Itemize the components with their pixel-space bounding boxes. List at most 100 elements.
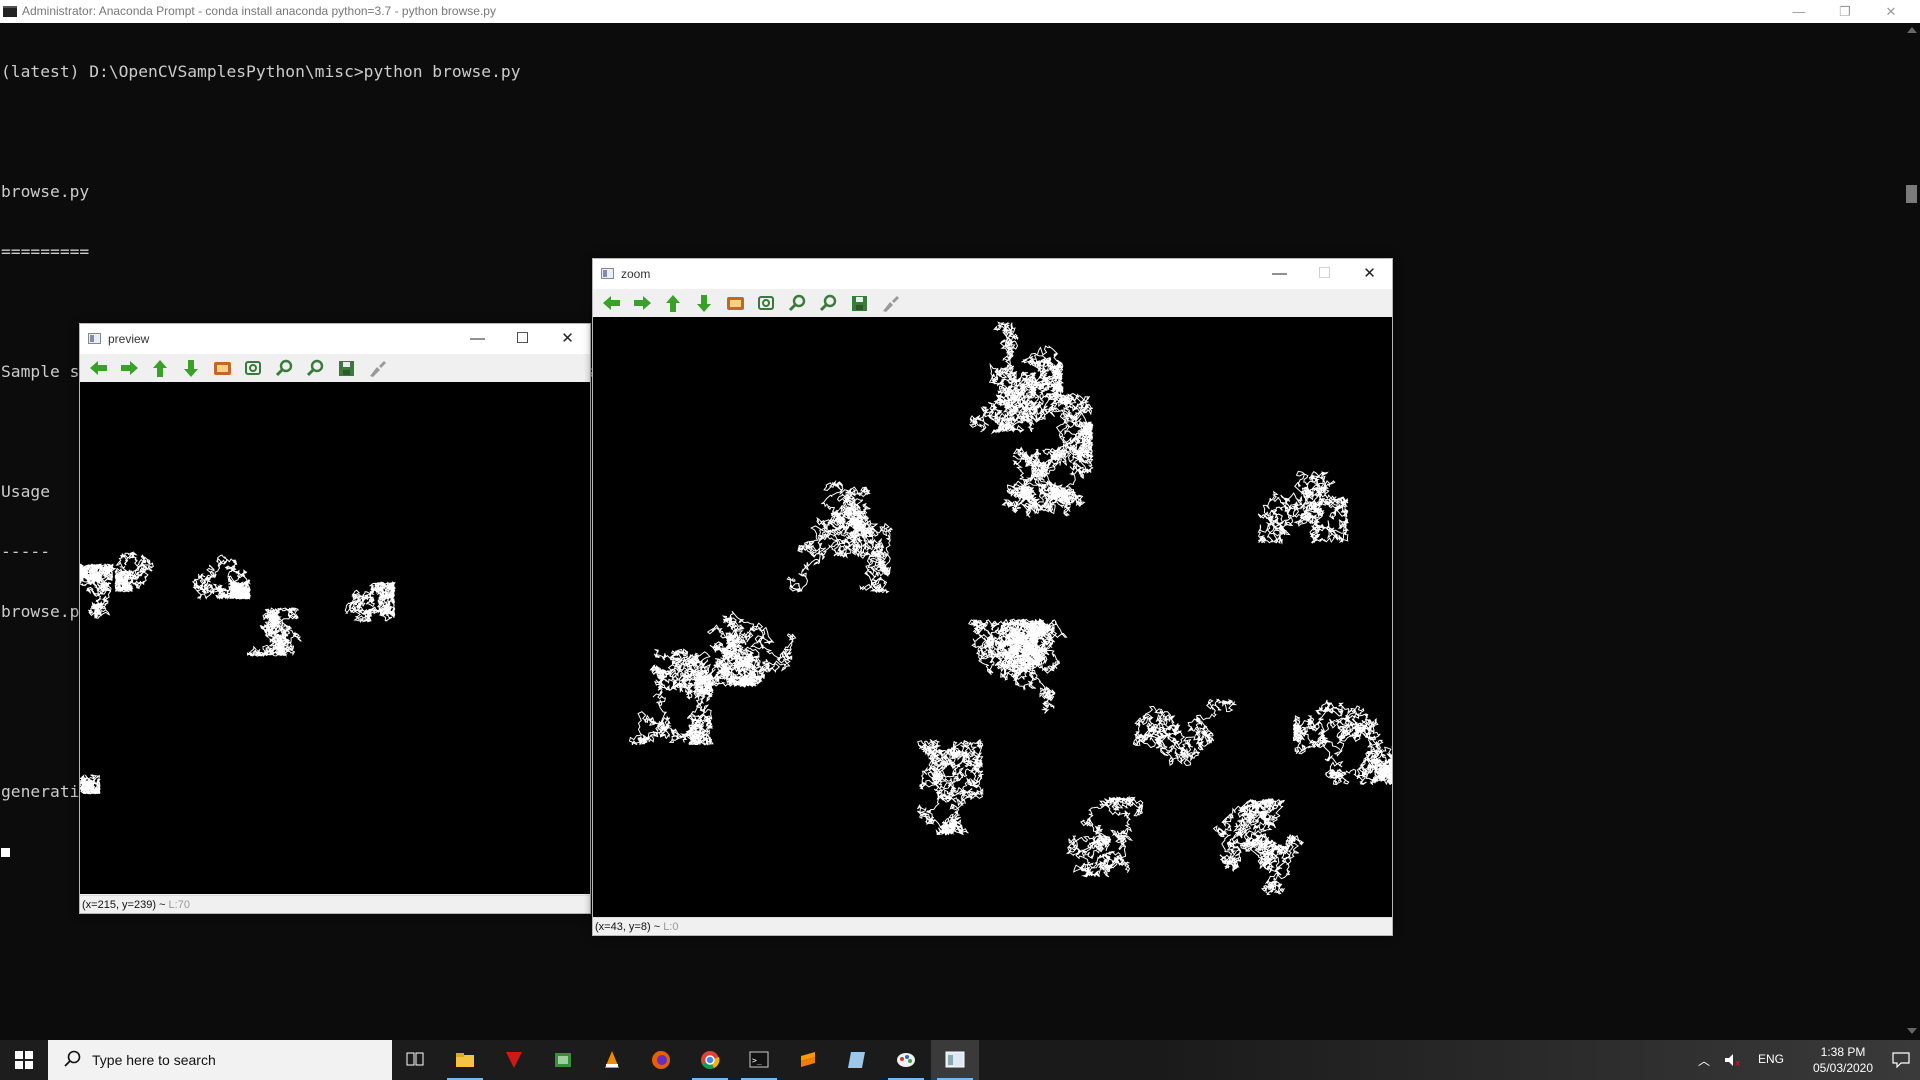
text-cursor [1, 848, 10, 857]
random-walk-path [786, 479, 894, 594]
preview-titlebar[interactable]: preview — ☐ ✕ [80, 324, 590, 354]
input-language[interactable]: ENG [1758, 1052, 1784, 1066]
scroll-thumb[interactable] [1906, 185, 1917, 203]
preview-toolbar [80, 354, 590, 382]
taskbar-terminal-button[interactable]: >_ [735, 1040, 783, 1080]
pan-up-icon[interactable] [148, 356, 172, 380]
volume-muted-icon[interactable]: x [1724, 1053, 1742, 1067]
svg-text:>_: >_ [752, 1056, 762, 1065]
random-walk-path [1066, 795, 1144, 878]
zoom-x1-icon[interactable] [723, 291, 747, 315]
preview-image[interactable] [80, 382, 590, 894]
preview-minimize-button[interactable]: — [455, 324, 500, 354]
zoom-status-coords: (x=43, y=8) ~ [595, 921, 661, 933]
console-minimize-button[interactable]: — [1776, 0, 1822, 23]
random-walk-path [1132, 698, 1238, 767]
vlc-icon [605, 1051, 619, 1068]
random-walk-path [344, 580, 397, 624]
preview-close-button[interactable]: ✕ [545, 324, 590, 354]
zoom-image[interactable] [593, 317, 1392, 917]
taskbar-sublime-text-button[interactable] [784, 1040, 832, 1080]
zoom-maximize-button[interactable]: ☐ [1302, 259, 1347, 289]
console-line: browse.py [1, 182, 90, 201]
random-walk-path [114, 551, 154, 593]
pan-right-icon[interactable] [630, 291, 654, 315]
pan-down-icon[interactable] [692, 291, 716, 315]
zoom-fractal [628, 321, 1392, 896]
console-restore-button[interactable]: ❐ [1822, 0, 1868, 23]
random-walk-path [968, 321, 1064, 435]
zoom-titlebar[interactable]: zoom — ☐ ✕ [593, 259, 1392, 289]
app-paint-icon [897, 1053, 915, 1067]
preview-statusbar: (x=215, y=239) ~ L:70 [80, 895, 590, 913]
taskbar-app-notes-button[interactable] [833, 1040, 881, 1080]
zoom-toolbar [593, 289, 1392, 317]
console-scrollbar[interactable] [1903, 23, 1920, 1038]
zoom-out-icon[interactable] [816, 291, 840, 315]
zoom-in-icon[interactable] [785, 291, 809, 315]
taskbar-opencv-window-button[interactable] [931, 1040, 979, 1080]
save-icon[interactable] [847, 291, 871, 315]
zoom-out-icon[interactable] [303, 356, 327, 380]
zoom-x1-icon[interactable] [210, 356, 234, 380]
preview-maximize-button[interactable]: ☐ [500, 324, 545, 354]
properties-icon[interactable] [365, 356, 389, 380]
preview-status-level: L:70 [168, 899, 190, 911]
search-icon [64, 1050, 81, 1067]
clock-time: 1:38 PM [1820, 1045, 1866, 1059]
app-notes-icon [848, 1052, 865, 1068]
random-walk-path [917, 738, 985, 836]
taskbar: Type here to search >_ ︿ x ENG 1:38 PM 0… [0, 1040, 1920, 1080]
zoom-close-button[interactable]: ✕ [1347, 259, 1392, 289]
random-walk-path [1257, 470, 1350, 545]
zoom-title: zoom [621, 267, 651, 281]
preview-window: preview — ☐ ✕ (x=215, y=239) ~ L:70 [79, 323, 591, 914]
taskbar-search[interactable]: Type here to search [48, 1040, 392, 1080]
console-app-icon [3, 6, 17, 17]
clock[interactable]: 1:38 PM 05/03/2020 [1810, 1044, 1876, 1076]
pan-right-icon[interactable] [117, 356, 141, 380]
start-button[interactable] [0, 1040, 48, 1080]
clock-date: 05/03/2020 [1812, 1061, 1874, 1075]
taskbar-task-view-button[interactable] [392, 1040, 440, 1080]
zoom-minimize-button[interactable]: — [1257, 259, 1302, 289]
chrome-icon [701, 1051, 720, 1069]
pan-down-icon[interactable] [179, 356, 203, 380]
scroll-down-icon[interactable] [1907, 1028, 1917, 1034]
search-placeholder: Type here to search [92, 1052, 216, 1068]
zoom-fit-icon[interactable] [754, 291, 778, 315]
zoom-window: zoom — ☐ ✕ (x=43, y=8) ~ L:0 [592, 258, 1393, 936]
random-walk-path [1212, 797, 1304, 896]
console-title: Administrator: Anaconda Prompt - conda i… [22, 4, 496, 18]
preview-fractal [80, 551, 397, 795]
save-icon[interactable] [334, 356, 358, 380]
app-red-y-icon [506, 1052, 522, 1068]
console-titlebar[interactable]: Administrator: Anaconda Prompt - conda i… [0, 0, 1920, 23]
zoom-fit-icon[interactable] [241, 356, 265, 380]
zoom-in-icon[interactable] [272, 356, 296, 380]
console-close-button[interactable]: ✕ [1868, 0, 1914, 23]
taskbar-chrome-button[interactable] [686, 1040, 734, 1080]
taskbar-file-explorer-button[interactable] [441, 1040, 489, 1080]
pan-left-icon[interactable] [86, 356, 110, 380]
taskbar-firefox-button[interactable] [637, 1040, 685, 1080]
random-walk-path [192, 554, 252, 601]
window-icon [88, 333, 101, 344]
chevron-up-icon[interactable]: ︿ [1698, 1052, 1710, 1069]
console-line: (latest) D:\OpenCVSamplesPython\misc>pyt… [1, 62, 521, 81]
zoom-statusbar: (x=43, y=8) ~ L:0 [593, 917, 1392, 935]
notifications-icon[interactable] [1892, 1052, 1910, 1068]
pan-left-icon[interactable] [599, 291, 623, 315]
taskbar-app-paint-button[interactable] [882, 1040, 930, 1080]
svg-text:x: x [1735, 1059, 1741, 1067]
taskbar-app-red-y-button[interactable] [490, 1040, 538, 1080]
scroll-up-icon[interactable] [1907, 27, 1917, 33]
sublime-text-icon [801, 1052, 815, 1067]
properties-icon[interactable] [878, 291, 902, 315]
taskbar-vlc-button[interactable] [588, 1040, 636, 1080]
system-tray: ︿ x ENG 1:38 PM 05/03/2020 [1690, 1040, 1920, 1080]
pan-up-icon[interactable] [661, 291, 685, 315]
taskbar-app-green-button[interactable] [539, 1040, 587, 1080]
window-icon [601, 268, 614, 279]
